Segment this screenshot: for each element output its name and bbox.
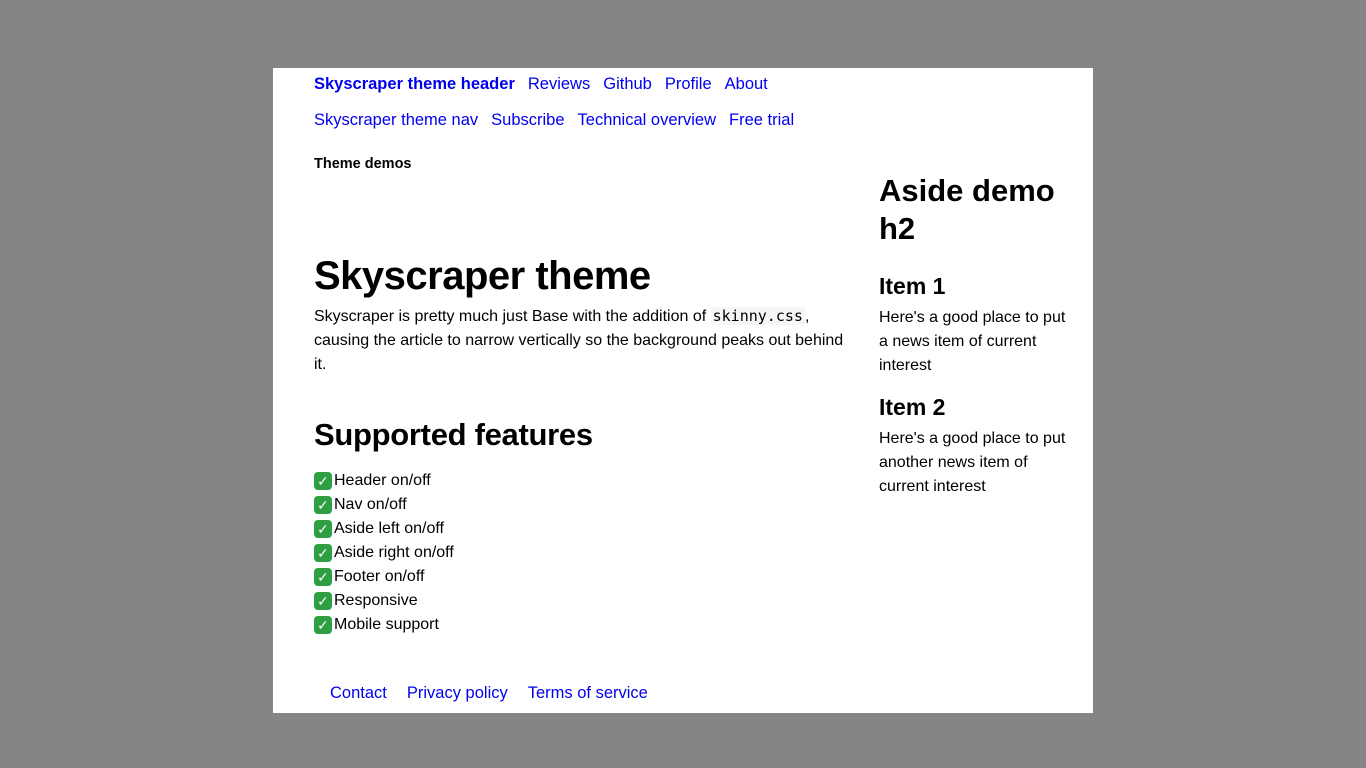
feature-item: ✓ Aside right on/off [314,541,454,565]
nav-link-technical-overview[interactable]: Technical overview [578,110,716,131]
check-mark-icon: ✓ [314,616,332,634]
footer-link-terms-of-service[interactable]: Terms of service [528,683,648,704]
aside-item-text: Here's a good place to put a news item o… [879,309,1066,374]
feature-label: Mobile support [334,616,439,633]
footer-link-privacy-policy[interactable]: Privacy policy [407,683,508,704]
feature-label: Aside right on/off [334,544,454,561]
header-link-about[interactable]: About [725,74,768,95]
feature-label: Footer on/off [334,568,425,585]
intro-text-before: Skyscraper is pretty much just Base with… [314,308,711,325]
check-mark-icon: ✓ [314,496,332,514]
feature-item: ✓ Mobile support [314,613,454,637]
feature-item: ✓ Footer on/off [314,565,454,589]
feature-item: ✓ Header on/off [314,469,454,493]
feature-label: Header on/off [334,472,431,489]
footer-link-contact[interactable]: Contact [330,683,387,704]
header-link-github[interactable]: Github [603,74,652,95]
check-mark-icon: ✓ [314,472,332,490]
aside-item-title: Item 1 [879,273,946,299]
feature-item: ✓ Aside left on/off [314,517,454,541]
features-title: Supported features [314,417,593,452]
feature-label: Responsive [334,592,418,609]
check-mark-icon: ✓ [314,544,332,562]
site-nav: Skyscraper theme nav Subscribe Technical… [314,110,794,131]
nav-link-free-trial[interactable]: Free trial [729,110,794,131]
feature-item: ✓ Responsive [314,589,454,613]
feature-label: Aside left on/off [334,520,444,537]
features-list: ✓ Header on/off ✓ Nav on/off ✓ Aside left o… [314,469,454,637]
intro-code: skinny.css [710,307,805,325]
nav-link-theme-nav[interactable]: Skyscraper theme nav [314,110,478,131]
check-mark-icon: ✓ [314,520,332,538]
intro-paragraph: Skyscraper is pretty much just Base with… [314,304,854,377]
aside-left-title: Theme demos [314,156,412,172]
site-footer: Contact Privacy policy Terms of service [330,683,648,704]
aside-right: Aside demo h2 Item 1 Here's a good place… [879,172,1069,514]
feature-label: Nav on/off [334,496,407,513]
feature-item: ✓ Nav on/off [314,493,454,517]
page-container: Skyscraper theme header Reviews Github P… [273,68,1093,713]
check-mark-icon: ✓ [314,592,332,610]
nav-link-subscribe[interactable]: Subscribe [491,110,564,131]
header-link-reviews[interactable]: Reviews [528,74,590,95]
page-title: Skyscraper theme [314,254,651,298]
header-link-profile[interactable]: Profile [665,74,712,95]
aside-item-text: Here's a good place to put another news … [879,430,1066,495]
header-brand-link[interactable]: Skyscraper theme header [314,74,515,95]
check-mark-icon: ✓ [314,568,332,586]
site-header: Skyscraper theme header Reviews Github P… [314,74,768,95]
aside-right-title: Aside demo h2 [879,173,1055,246]
aside-item-title: Item 2 [879,394,946,420]
